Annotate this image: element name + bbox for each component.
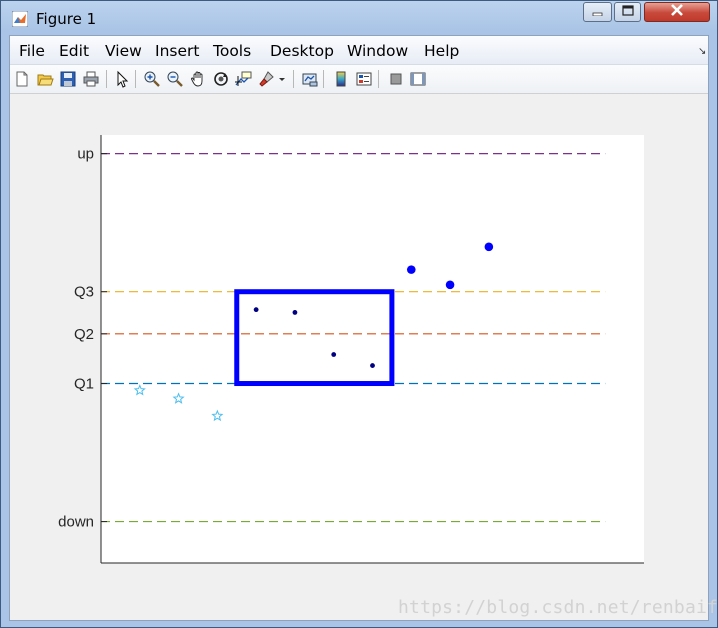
figure-window: Figure 1 File Edit View Insert Tools Des… bbox=[0, 0, 718, 628]
axes-background bbox=[101, 135, 644, 563]
inner-data-point bbox=[292, 310, 298, 315]
inner-data-point bbox=[331, 352, 337, 357]
toolbar-separator bbox=[106, 70, 107, 88]
inner-data-point bbox=[253, 307, 259, 313]
y-tick-label: Q1 bbox=[74, 376, 94, 393]
menu-tools[interactable]: Tools bbox=[213, 42, 251, 60]
toolbar-separator bbox=[293, 70, 294, 88]
title-bar[interactable]: Figure 1 bbox=[1, 1, 717, 35]
zoom-out-icon[interactable] bbox=[166, 70, 184, 88]
link-plot-icon[interactable] bbox=[301, 70, 319, 88]
y-tick-label: Q3 bbox=[74, 284, 94, 301]
toolbar-separator bbox=[378, 70, 379, 88]
minimize-icon bbox=[592, 3, 604, 21]
minimize-button[interactable] bbox=[583, 2, 612, 22]
rotate-3d-icon[interactable] bbox=[212, 70, 230, 88]
inner-data-point bbox=[370, 363, 375, 368]
colorbar-icon[interactable] bbox=[332, 70, 350, 88]
open-file-icon[interactable] bbox=[36, 70, 54, 88]
close-button[interactable] bbox=[644, 2, 710, 22]
menu-desktop[interactable]: Desktop bbox=[270, 42, 334, 60]
menu-file[interactable]: File bbox=[19, 42, 45, 60]
brush-dropdown-arrow-icon[interactable] bbox=[277, 70, 287, 88]
outer-data-point bbox=[484, 242, 494, 252]
data-cursor-icon[interactable] bbox=[234, 70, 252, 88]
figure-canvas: down Q1 Q2 Q3 up bbox=[10, 94, 708, 620]
menu-window[interactable]: Window bbox=[347, 42, 408, 60]
close-icon bbox=[670, 3, 684, 21]
figure-toolbar bbox=[10, 65, 708, 94]
outer-data-point bbox=[406, 265, 416, 274]
menu-insert[interactable]: Insert bbox=[155, 42, 199, 60]
menu-dock-arrow-icon[interactable]: ↘ bbox=[698, 46, 706, 57]
window-title: Figure 1 bbox=[36, 10, 97, 28]
menu-help[interactable]: Help bbox=[424, 42, 459, 60]
maximize-icon bbox=[621, 3, 634, 21]
maximize-button[interactable] bbox=[614, 2, 641, 22]
y-tick-label: up bbox=[77, 146, 94, 163]
plot-svg[interactable]: down Q1 Q2 Q3 up bbox=[10, 94, 708, 620]
y-tick-label: down bbox=[58, 514, 94, 531]
save-icon[interactable] bbox=[59, 70, 77, 88]
watermark-text: https://blog.csdn.net/renbaifen bbox=[398, 597, 718, 618]
hide-plot-tools-icon[interactable] bbox=[387, 70, 405, 88]
figure-client-area: File Edit View Insert Tools Desktop Wind… bbox=[9, 35, 709, 621]
pointer-icon[interactable] bbox=[113, 70, 131, 88]
outer-data-point bbox=[445, 280, 455, 290]
show-plot-tools-icon[interactable] bbox=[409, 70, 427, 88]
menu-edit[interactable]: Edit bbox=[59, 42, 89, 60]
menu-bar: File Edit View Insert Tools Desktop Wind… bbox=[10, 36, 708, 65]
brush-icon[interactable] bbox=[258, 70, 276, 88]
toolbar-separator bbox=[323, 70, 324, 88]
menu-view[interactable]: View bbox=[105, 42, 142, 60]
zoom-in-icon[interactable] bbox=[143, 70, 161, 88]
toolbar-separator bbox=[135, 70, 136, 88]
legend-icon[interactable] bbox=[355, 70, 373, 88]
y-tick-label: Q2 bbox=[74, 326, 94, 343]
matlab-logo-icon bbox=[11, 10, 29, 28]
print-icon[interactable] bbox=[82, 70, 100, 88]
new-figure-icon[interactable] bbox=[13, 70, 31, 88]
pan-icon[interactable] bbox=[189, 70, 207, 88]
